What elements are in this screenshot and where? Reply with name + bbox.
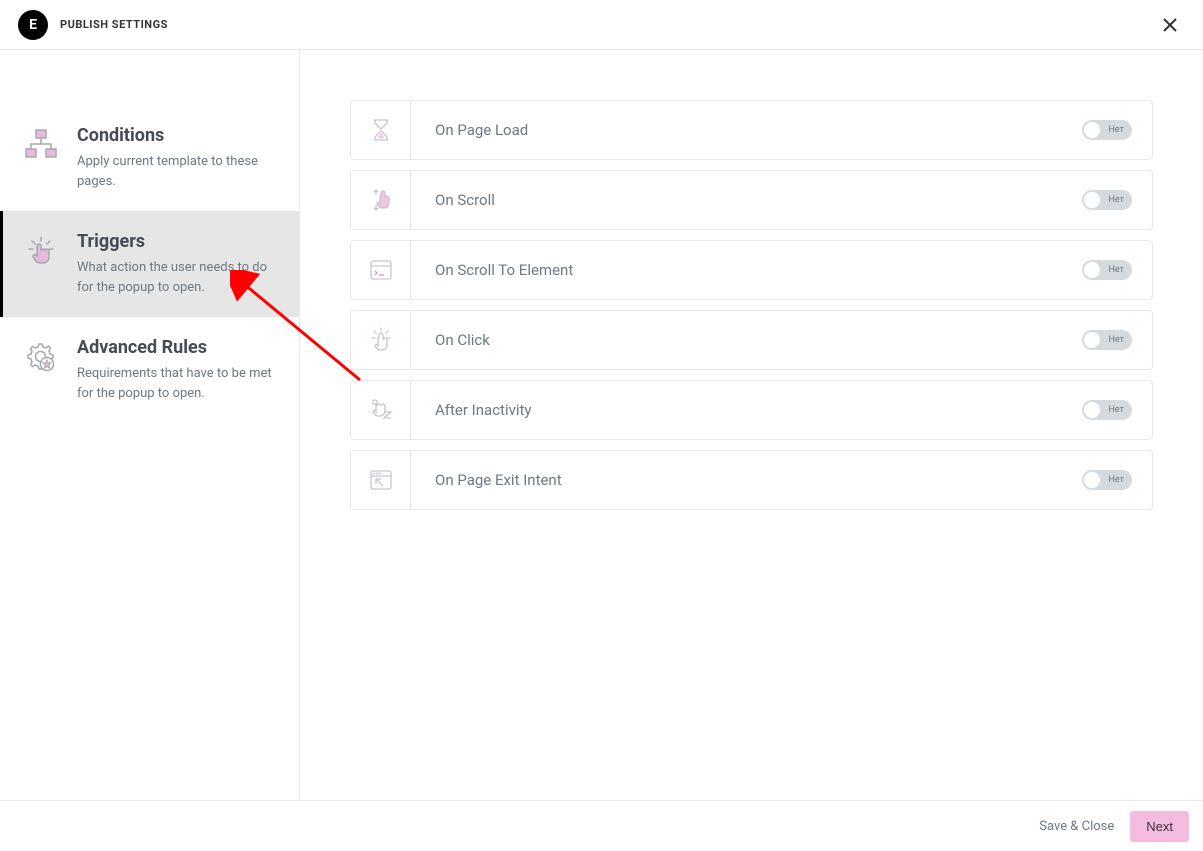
close-icon: [1163, 18, 1177, 32]
toggle-wrap: Нет: [1082, 190, 1152, 210]
toggle-click[interactable]: Нет: [1082, 330, 1132, 350]
sidebar-item-advanced-rules[interactable]: Advanced Rules Requirements that have to…: [0, 317, 299, 423]
logo-text: E: [29, 17, 37, 33]
sidebar-item-text: Advanced Rules Requirements that have to…: [77, 337, 281, 403]
trigger-label: On Page Exit Intent: [411, 471, 1082, 489]
click-icon: [351, 311, 411, 369]
close-button[interactable]: [1155, 14, 1185, 36]
page-title: PUBLISH SETTINGS: [60, 18, 168, 31]
sidebar-item-text: Conditions Apply current template to the…: [77, 125, 281, 191]
toggle-wrap: Нет: [1082, 260, 1152, 280]
toggle-label: Нет: [1109, 265, 1124, 275]
sidebar-item-conditions[interactable]: Conditions Apply current template to the…: [0, 105, 299, 211]
advanced-rules-icon: [21, 337, 61, 403]
sidebar-item-title: Conditions: [77, 125, 281, 146]
footer: Save & Close Next: [0, 800, 1203, 851]
scroll-icon: [351, 171, 411, 229]
trigger-label: On Page Load: [411, 121, 1082, 139]
trigger-label: After Inactivity: [411, 401, 1082, 419]
trigger-row-exit-intent[interactable]: On Page Exit Intent Нет: [350, 450, 1153, 510]
sidebar-item-desc: What action the user needs to do for the…: [77, 258, 281, 297]
trigger-row-scroll[interactable]: On Scroll Нет: [350, 170, 1153, 230]
main-content: On Page Load Нет On Scroll Нет On Scroll…: [300, 50, 1203, 800]
next-button[interactable]: Next: [1130, 811, 1189, 842]
sidebar-item-desc: Requirements that have to be met for the…: [77, 364, 281, 403]
sidebar-item-title: Triggers: [77, 231, 281, 252]
toggle-page-load[interactable]: Нет: [1082, 120, 1132, 140]
toggle-wrap: Нет: [1082, 400, 1152, 420]
inactivity-icon: [351, 381, 411, 439]
trigger-row-scroll-to-element[interactable]: On Scroll To Element Нет: [350, 240, 1153, 300]
sidebar-item-text: Triggers What action the user needs to d…: [77, 231, 281, 297]
trigger-label: On Click: [411, 331, 1082, 349]
toggle-wrap: Нет: [1082, 330, 1152, 350]
header: E PUBLISH SETTINGS: [0, 0, 1203, 50]
header-left: E PUBLISH SETTINGS: [18, 10, 168, 40]
triggers-icon: [21, 231, 61, 297]
toggle-label: Нет: [1109, 125, 1124, 135]
toggle-label: Нет: [1109, 405, 1124, 415]
trigger-row-click[interactable]: On Click Нет: [350, 310, 1153, 370]
trigger-label: On Scroll: [411, 191, 1082, 209]
sidebar-item-triggers[interactable]: Triggers What action the user needs to d…: [0, 211, 299, 317]
app-logo: E: [18, 10, 48, 40]
conditions-icon: [21, 125, 61, 191]
trigger-row-inactivity[interactable]: After Inactivity Нет: [350, 380, 1153, 440]
save-close-button[interactable]: Save & Close: [1039, 819, 1114, 834]
sidebar-item-desc: Apply current template to these pages.: [77, 152, 281, 191]
toggle-scroll-to-element[interactable]: Нет: [1082, 260, 1132, 280]
toggle-label: Нет: [1109, 475, 1124, 485]
toggle-wrap: Нет: [1082, 470, 1152, 490]
hourglass-icon: [351, 101, 411, 159]
toggle-scroll[interactable]: Нет: [1082, 190, 1132, 210]
toggle-label: Нет: [1109, 195, 1124, 205]
layout: Conditions Apply current template to the…: [0, 50, 1203, 800]
toggle-inactivity[interactable]: Нет: [1082, 400, 1132, 420]
trigger-label: On Scroll To Element: [411, 261, 1082, 279]
terminal-icon: [351, 241, 411, 299]
sidebar-item-title: Advanced Rules: [77, 337, 281, 358]
toggle-wrap: Нет: [1082, 120, 1152, 140]
toggle-exit-intent[interactable]: Нет: [1082, 470, 1132, 490]
sidebar: Conditions Apply current template to the…: [0, 50, 300, 800]
exit-intent-icon: [351, 451, 411, 509]
trigger-row-page-load[interactable]: On Page Load Нет: [350, 100, 1153, 160]
toggle-label: Нет: [1109, 335, 1124, 345]
